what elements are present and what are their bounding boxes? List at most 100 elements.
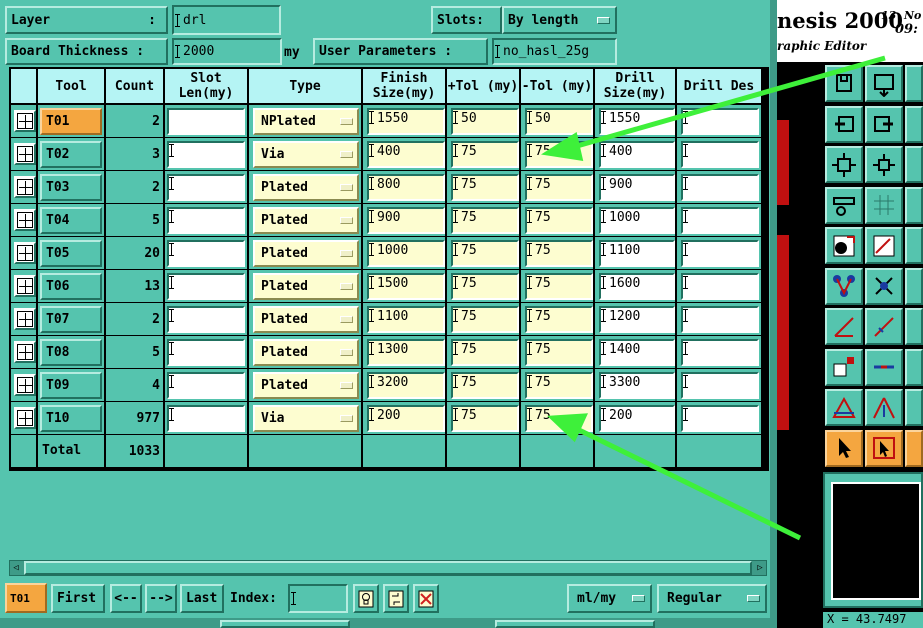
type-option-menu[interactable]: Plated <box>253 306 359 333</box>
partial-tool-button[interactable] <box>905 105 923 143</box>
user-params-input[interactable]: no_hasl_25g <box>492 38 617 65</box>
snapshot-tool-button[interactable] <box>825 227 863 264</box>
slot-len-input[interactable] <box>167 339 245 366</box>
drill-des-input[interactable] <box>681 273 759 300</box>
finish-size-input[interactable]: 1500 <box>367 273 445 300</box>
finish-size-input[interactable]: 200 <box>367 405 445 432</box>
move-left-tool-button[interactable] <box>825 105 863 143</box>
prev-button[interactable]: <-- <box>110 584 142 613</box>
tool-tool-button[interactable] <box>825 186 863 224</box>
type-option-menu[interactable]: Via <box>253 405 359 432</box>
expand-plus-icon[interactable] <box>14 308 36 330</box>
drill-des-input[interactable] <box>681 141 759 168</box>
first-button[interactable]: First <box>51 584 105 613</box>
expand-plus-icon[interactable] <box>14 143 36 165</box>
type-option-menu[interactable]: NPlated <box>253 108 359 135</box>
drill-size-input[interactable]: 3300 <box>599 372 675 399</box>
zoom-center-tool-button[interactable] <box>865 146 903 183</box>
slot-len-input[interactable] <box>167 306 245 333</box>
drill-size-input[interactable]: 1550 <box>599 108 675 135</box>
slot-len-input[interactable] <box>167 372 245 399</box>
finish-size-input[interactable]: 1000 <box>367 240 445 267</box>
drill-des-input[interactable] <box>681 240 759 267</box>
minus-tol-input[interactable]: 75 <box>525 405 593 432</box>
expand-plus-icon[interactable] <box>14 407 36 429</box>
triangle-tool-button[interactable] <box>825 389 863 426</box>
pointer-box-tool-button[interactable] <box>865 429 903 467</box>
last-button[interactable]: Last <box>180 584 224 613</box>
next-button[interactable]: --> <box>145 584 177 613</box>
move-right-tool-button[interactable] <box>865 105 903 143</box>
type-option-menu[interactable]: Plated <box>253 339 359 366</box>
expand-plus-icon[interactable] <box>14 341 36 363</box>
finish-size-input[interactable]: 400 <box>367 141 445 168</box>
plus-tol-input[interactable]: 75 <box>451 240 519 267</box>
minus-tol-input[interactable]: 75 <box>525 141 593 168</box>
tool-button[interactable]: T03 <box>40 174 102 201</box>
minus-tol-input[interactable]: 75 <box>525 372 593 399</box>
tool-button[interactable]: T02 <box>40 141 102 168</box>
plus-tol-input[interactable]: 75 <box>451 141 519 168</box>
slot-len-input[interactable] <box>167 141 245 168</box>
expand-plus-icon[interactable] <box>14 110 36 132</box>
type-option-menu[interactable]: Plated <box>253 240 359 267</box>
horizontal-scrollbar[interactable]: ◁ ▷ <box>9 560 767 576</box>
pointer-tool-button[interactable] <box>825 429 863 467</box>
board-thickness-input[interactable]: 2000 <box>172 38 282 65</box>
drill-des-input[interactable] <box>681 174 759 201</box>
preview-canvas[interactable] <box>831 482 921 600</box>
drill-size-input[interactable]: 1200 <box>599 306 675 333</box>
slot-len-input[interactable] <box>167 405 245 432</box>
drill-size-input[interactable]: 1600 <box>599 273 675 300</box>
drill-des-input[interactable] <box>681 372 759 399</box>
minus-tol-input[interactable]: 75 <box>525 273 593 300</box>
expand-plus-icon[interactable] <box>14 176 36 198</box>
drill-size-input[interactable]: 1000 <box>599 207 675 234</box>
partial-tool-button[interactable] <box>905 389 923 426</box>
tool-button[interactable]: T06 <box>40 273 102 300</box>
plus-tol-input[interactable]: 75 <box>451 273 519 300</box>
tool-button[interactable]: T01 <box>40 108 102 135</box>
tool-button[interactable]: T08 <box>40 339 102 366</box>
tool-button[interactable]: T09 <box>40 372 102 399</box>
square-point-tool-button[interactable] <box>825 348 863 386</box>
index-input[interactable] <box>288 584 348 613</box>
partial-tool-button[interactable] <box>905 65 923 102</box>
mode-option-menu[interactable]: Regular <box>657 584 767 613</box>
drill-des-input[interactable] <box>681 207 759 234</box>
slot-len-input[interactable] <box>167 174 245 201</box>
finish-size-input[interactable]: 1550 <box>367 108 445 135</box>
expand-plus-icon[interactable] <box>14 275 36 297</box>
minus-tol-input[interactable]: 75 <box>525 174 593 201</box>
plus-tol-input[interactable]: 75 <box>451 405 519 432</box>
plus-tol-input[interactable]: 75 <box>451 372 519 399</box>
slot-len-input[interactable] <box>167 273 245 300</box>
drill-size-input[interactable]: 200 <box>599 405 675 432</box>
drill-size-input[interactable]: 1400 <box>599 339 675 366</box>
finish-size-input[interactable]: 900 <box>367 207 445 234</box>
grid-tool-button[interactable] <box>865 186 903 224</box>
refresh-button[interactable] <box>383 584 409 613</box>
plus-tol-input[interactable]: 75 <box>451 174 519 201</box>
minus-tol-input[interactable]: 75 <box>525 339 593 366</box>
finish-size-input[interactable]: 1300 <box>367 339 445 366</box>
cross-tool-button[interactable] <box>865 267 903 305</box>
tool-button[interactable]: T10 <box>40 405 102 432</box>
minus-tol-input[interactable]: 75 <box>525 306 593 333</box>
line-angle-tool-button[interactable] <box>825 308 863 345</box>
plus-tol-input[interactable]: 75 <box>451 339 519 366</box>
drill-des-input[interactable] <box>681 306 759 333</box>
scroll-right-icon[interactable]: ▷ <box>755 562 765 574</box>
expand-plus-icon[interactable] <box>14 209 36 231</box>
line-tool-button[interactable] <box>865 308 903 345</box>
minus-tol-input[interactable]: 75 <box>525 207 593 234</box>
drill-des-input[interactable] <box>681 405 759 432</box>
partial-tool-button[interactable] <box>905 227 923 264</box>
type-option-menu[interactable]: Plated <box>253 273 359 300</box>
plus-tol-input[interactable]: 75 <box>451 207 519 234</box>
plus-tol-input[interactable]: 75 <box>451 306 519 333</box>
drill-size-input[interactable]: 1100 <box>599 240 675 267</box>
slot-len-input[interactable] <box>167 108 245 135</box>
plus-tol-input[interactable]: 50 <box>451 108 519 135</box>
triangle-arrow-tool-button[interactable] <box>865 389 903 426</box>
